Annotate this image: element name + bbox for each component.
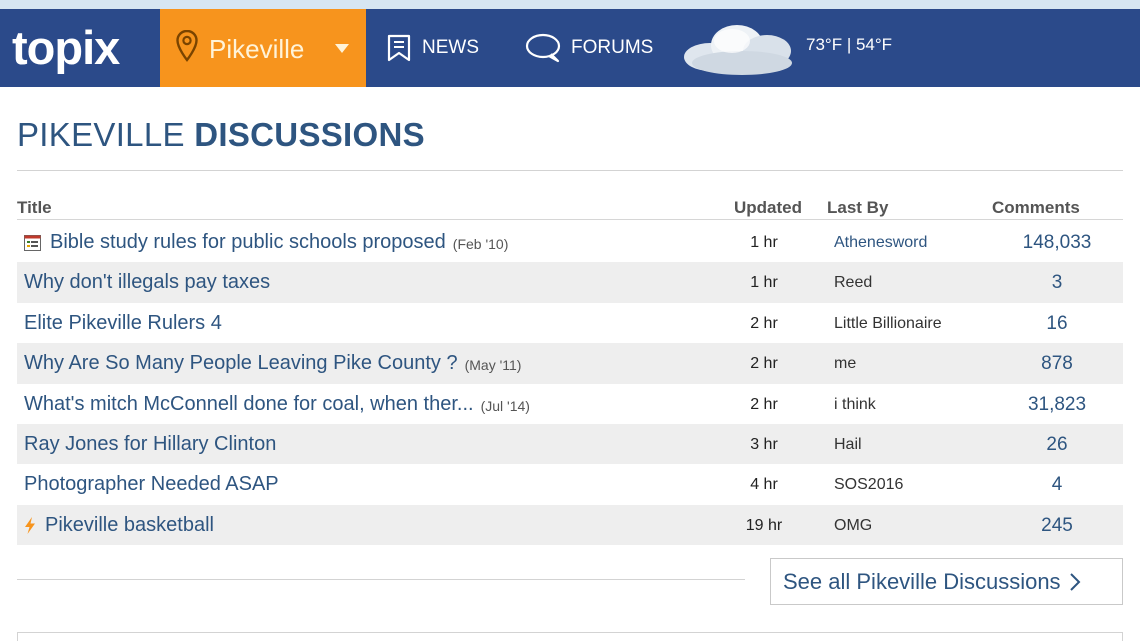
page-title-location: PIKEVILLE [17, 116, 185, 153]
updated-time: 2 hr [750, 355, 778, 373]
updated-time: 2 hr [750, 395, 778, 413]
last-by-user: SOS2016 [834, 476, 904, 494]
updated-time: 1 hr [750, 234, 778, 251]
last-by-user: OMG [834, 516, 873, 534]
thread-date: (May '11) [464, 357, 522, 374]
comment-count[interactable]: 245 [1002, 515, 1112, 537]
last-by-user: me [834, 355, 857, 373]
nav-news-label: NEWS [422, 37, 479, 58]
table-row: What's mitch McConnell done for coal, wh… [17, 384, 1123, 424]
thread-link[interactable]: Elite Pikeville Rulers 4 [24, 312, 222, 335]
thread-title: Bible study rules for public schools pro… [50, 231, 446, 253]
comment-count[interactable]: 16 [1002, 313, 1112, 335]
column-header-title: Title [17, 198, 52, 217]
column-header-last-by: Last By [827, 198, 889, 217]
updated-time: 2 hr [750, 314, 778, 332]
thread-title: What's mitch McConnell done for coal, wh… [24, 392, 474, 415]
last-by-user[interactable]: Athenesword [834, 234, 927, 252]
table-row: Why don't illegals pay taxes 1 hr Reed 3 [17, 262, 1123, 303]
nav-forums[interactable]: FORUMS [525, 9, 653, 87]
thread-title: Photographer Needed ASAP [24, 473, 279, 496]
last-by-user: Reed [834, 274, 873, 292]
comment-count[interactable]: 31,823 [1002, 394, 1112, 416]
top-strip [0, 0, 1140, 9]
last-by-user: Little Billionaire [834, 314, 942, 332]
topix-logo[interactable]: topix [12, 21, 120, 75]
updated-time: 19 hr [745, 516, 783, 534]
updated-time: 3 hr [750, 435, 778, 453]
thread-title: Elite Pikeville Rulers 4 [24, 311, 222, 334]
chevron-down-icon [335, 44, 349, 53]
weather-temps: 73°F | 54°F [806, 35, 893, 54]
bookmark-icon [386, 34, 412, 62]
location-name: Pikeville [209, 34, 305, 64]
poll-icon [24, 234, 41, 251]
thread-title: Pikeville basketball [45, 513, 214, 536]
thread-title: Ray Jones for Hillary Clinton [24, 432, 277, 455]
table-header: Title Updated Last By Comments [17, 194, 1123, 220]
thread-title: Why Are So Many People Leaving Pike Coun… [24, 352, 458, 375]
thread-title: Why don't illegals pay taxes [24, 271, 271, 294]
table-row: Photographer Needed ASAP 4 hr SOS2016 4 [17, 464, 1123, 504]
table-row: Pikeville basketball 19 hr OMG 245 [17, 504, 1123, 546]
navbar: topix Pikeville NEWS FORUMS 73°F | 54°F [0, 9, 1140, 87]
thread-link[interactable]: Bible study rules for public schools pro… [24, 231, 508, 254]
comment-count[interactable]: 3 [1002, 272, 1112, 294]
map-pin-icon [176, 29, 198, 67]
column-header-updated: Updated [734, 198, 802, 217]
column-header-comments: Comments [992, 198, 1080, 217]
divider [17, 579, 745, 580]
chat-bubble-icon [525, 33, 561, 63]
thread-date: (Feb '10) [452, 236, 509, 252]
table-row: Bible study rules for public schools pro… [17, 222, 1123, 262]
comment-count[interactable]: 878 [1002, 353, 1112, 375]
nav-news[interactable]: NEWS [386, 9, 479, 87]
thread-link[interactable]: What's mitch McConnell done for coal, wh… [24, 393, 530, 416]
thread-link[interactable]: Why Are So Many People Leaving Pike Coun… [24, 352, 521, 375]
discussion-list: Bible study rules for public schools pro… [17, 222, 1123, 546]
cloud-icon [682, 21, 802, 82]
lightning-icon [24, 516, 36, 534]
page-title: PIKEVILLE DISCUSSIONS [17, 116, 425, 154]
nav-forums-label: FORUMS [571, 37, 654, 58]
comment-count[interactable]: 26 [1002, 434, 1112, 456]
last-by-user: Hail [834, 435, 862, 453]
next-section-box [17, 632, 1123, 641]
comment-count[interactable]: 4 [1002, 474, 1112, 496]
table-row: Ray Jones for Hillary Clinton 3 hr Hail … [17, 423, 1123, 465]
thread-link[interactable]: Pikeville basketball [24, 514, 214, 537]
last-by-user: i think [834, 395, 876, 413]
location-selector[interactable]: Pikeville [160, 9, 366, 87]
table-row: Why Are So Many People Leaving Pike Coun… [17, 343, 1123, 384]
table-row: Elite Pikeville Rulers 4 2 hr Little Bil… [17, 303, 1123, 343]
updated-time: 1 hr [750, 274, 778, 292]
updated-time: 4 hr [750, 476, 778, 494]
thread-link[interactable]: Photographer Needed ASAP [24, 473, 279, 496]
see-all-label: See all Pikeville Discussions [783, 568, 1061, 594]
divider [17, 170, 1123, 171]
thread-date: (Jul '14) [480, 397, 530, 414]
comment-count[interactable]: 148,033 [1002, 232, 1112, 254]
see-all-discussions-button[interactable]: See all Pikeville Discussions [770, 558, 1123, 605]
page-title-section: DISCUSSIONS [194, 116, 425, 153]
thread-link[interactable]: Why don't illegals pay taxes [24, 271, 270, 294]
chevron-right-icon [1069, 572, 1081, 592]
thread-link[interactable]: Ray Jones for Hillary Clinton [24, 433, 276, 456]
